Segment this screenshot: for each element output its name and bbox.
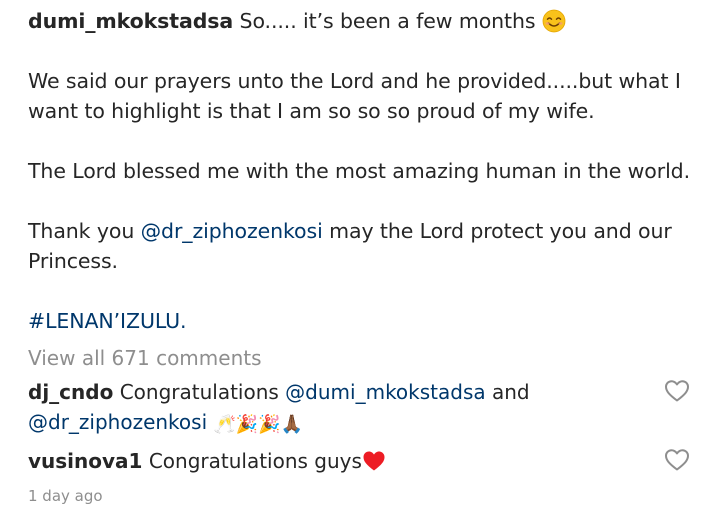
comment-username[interactable]: vusinova1 bbox=[28, 449, 142, 473]
comment-item: dj_cndo Congratulations @dumi_mkokstadsa… bbox=[28, 377, 658, 437]
comment-text: and bbox=[492, 380, 530, 404]
caption-paragraph-thanks: Thank you @dr_ziphozenkosi may the Lord … bbox=[28, 216, 703, 276]
caption-first-line: dumi_mkokstadsa So..... it’s been a few … bbox=[28, 6, 703, 36]
like-comment-heart-icon[interactable] bbox=[664, 448, 690, 472]
post-caption: dumi_mkokstadsa So..... it’s been a few … bbox=[28, 6, 703, 336]
hashtag-link[interactable]: #LENAN’IZULU. bbox=[28, 309, 187, 333]
view-all-comments-link[interactable]: View all 671 comments bbox=[28, 344, 262, 372]
comment-text: Congratulations guys bbox=[148, 449, 362, 473]
caption-paragraph-blessed: The Lord blessed me with the most amazin… bbox=[28, 159, 691, 183]
red-heart-emoji-icon bbox=[363, 451, 385, 471]
comment-item: vusinova1 Congratulations guys bbox=[28, 446, 658, 476]
post-timestamp: 1 day ago bbox=[28, 487, 103, 505]
comment-username[interactable]: dj_cndo bbox=[28, 380, 113, 404]
caption-text: So..... it’s been a few months bbox=[239, 9, 536, 33]
thanks-prefix: Thank you bbox=[28, 219, 135, 243]
caption-paragraph-prayers: We said our prayers unto the Lord and he… bbox=[28, 69, 681, 123]
smiling-face-emoji-icon bbox=[542, 9, 566, 33]
post-author-username[interactable]: dumi_mkokstadsa bbox=[28, 9, 233, 33]
comment-mention-link[interactable]: @dr_ziphozenkosi bbox=[28, 410, 207, 434]
comment-mention-link[interactable]: @dumi_mkokstadsa bbox=[285, 380, 485, 404]
caption-hashtag-line: #LENAN’IZULU. bbox=[28, 306, 703, 336]
comment-text: Congratulations bbox=[119, 380, 279, 404]
mention-link[interactable]: @dr_ziphozenkosi bbox=[141, 219, 323, 243]
celebration-emojis: 🥂🎉🎉🙏🏾 bbox=[213, 414, 304, 435]
like-comment-heart-icon[interactable] bbox=[664, 379, 690, 403]
